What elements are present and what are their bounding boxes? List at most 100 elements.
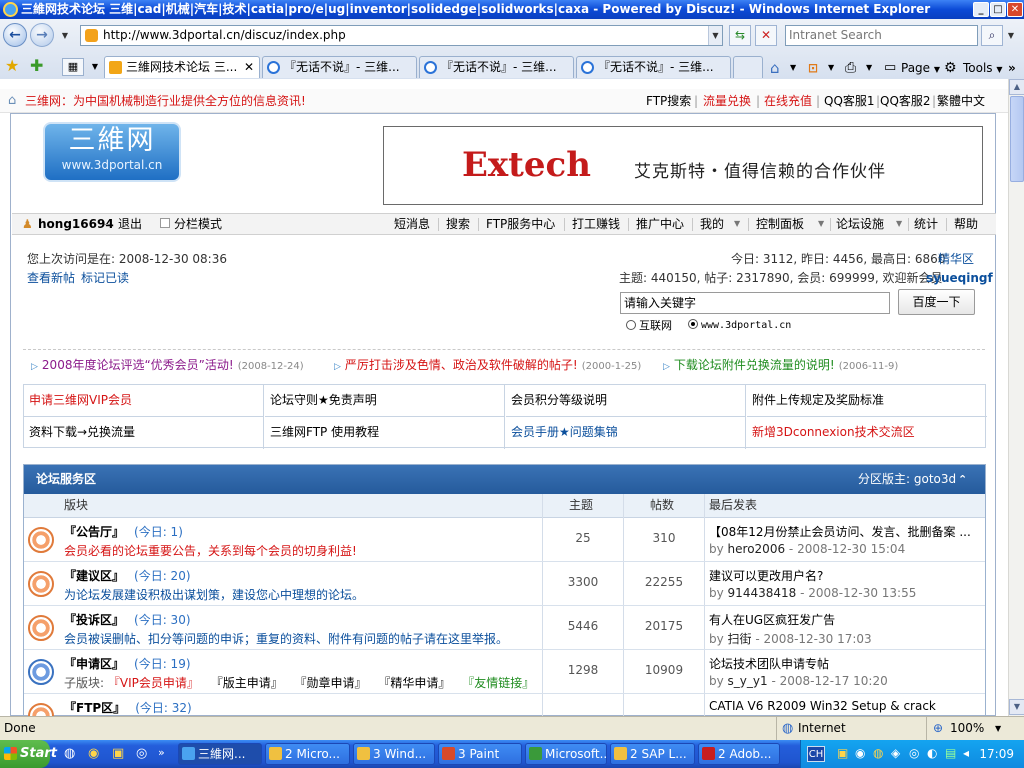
section-title[interactable]: 论坛服务区 [36, 465, 96, 494]
tab-list-icon[interactable]: ▼ [88, 58, 102, 76]
scroll-thumb[interactable] [1010, 96, 1024, 182]
last-post-title[interactable]: 有人在UG区疯狂发广告 [709, 611, 979, 628]
scroll-down-icon[interactable]: ▼ [1009, 699, 1024, 715]
nav-stats[interactable]: 统计 [914, 214, 938, 234]
tray-icon-6[interactable]: ◐ [927, 746, 937, 760]
topbar-link-traffic[interactable]: 流量兑换 [703, 89, 751, 113]
tray-icon-2[interactable]: ◉ [855, 746, 865, 760]
search-options-icon[interactable]: ▼ [1004, 26, 1018, 45]
quicklaunch-icon[interactable]: ◉ [88, 746, 99, 761]
view-new-posts-link[interactable]: 查看新帖 [27, 270, 75, 286]
tab-thread-2[interactable]: 『无话不说』- 三维... [419, 56, 574, 78]
radio-web[interactable]: 互联网 [626, 319, 672, 333]
minimize-button[interactable]: _ [973, 2, 989, 17]
subforum-medal[interactable]: 『勋章申请』 [295, 676, 367, 690]
quicklaunch-folder-icon[interactable]: ▣ [112, 746, 124, 761]
radio-web-circle[interactable] [626, 320, 636, 330]
forum-name[interactable]: 『申请区』 (今日: 19) [64, 655, 191, 672]
back-icon[interactable]: ← [3, 23, 27, 47]
forum-name[interactable]: 『公告厅』 (今日: 1) [64, 523, 183, 540]
nav-control-panel[interactable]: 控制面板 [756, 214, 804, 234]
radio-site[interactable]: www.3dportal.cn [688, 319, 791, 333]
last-post-user[interactable]: hero2006 [728, 542, 786, 556]
link-member-manual[interactable]: 会员手册★问题集锦 [506, 417, 746, 449]
tab-forum-index[interactable]: 三維网技术论坛 三... ✕ [104, 56, 260, 78]
task-windows[interactable]: 3 Wind... [353, 743, 435, 765]
nav-earn[interactable]: 打工赚钱 [572, 214, 620, 234]
topbar-link-recharge[interactable]: 在线充值 [764, 89, 812, 113]
search-icon[interactable]: ⌕ [981, 25, 1003, 46]
radio-site-circle[interactable] [688, 319, 698, 329]
collapse-icon[interactable]: ⌃ [958, 465, 967, 494]
last-post-title[interactable]: 论坛技术团队申请专帖 [709, 655, 979, 672]
home-icon[interactable]: ⌂ [8, 89, 16, 113]
tray-icon-1[interactable]: ▣ [837, 746, 848, 760]
last-post-user[interactable]: s_y_y1 [728, 674, 768, 688]
feeds-icon[interactable]: ⊡ [808, 59, 818, 77]
nav-messages[interactable]: 短消息 [394, 214, 430, 234]
search-input[interactable]: Intranet Search [785, 25, 978, 46]
vertical-scrollbar[interactable]: ▲ ▼ [1008, 79, 1024, 716]
link-3dconnexion[interactable]: 新增3Dconnexion技术交流区 [747, 417, 987, 449]
ad-banner[interactable]: Extech 艾克斯特・值得信赖的合作伙伴 [383, 126, 983, 205]
last-post-title[interactable]: 建议可以更改用户名? [709, 567, 979, 584]
task-microsoft[interactable]: Microsoft... [525, 743, 607, 765]
input-language[interactable]: CH [807, 746, 825, 762]
stop-icon[interactable]: ✕ [755, 25, 777, 46]
new-member-link[interactable]: syueqingf [926, 270, 993, 286]
quicklaunch-browser-icon[interactable]: ◎ [136, 746, 147, 761]
start-button[interactable]: Start [0, 740, 57, 768]
history-dropdown-icon[interactable]: ▼ [58, 26, 72, 45]
forum-name-text[interactable]: 『申请区』 [64, 657, 124, 671]
forum-name[interactable]: 『建议区』 (今日: 20) [64, 567, 191, 584]
last-post-user[interactable]: 扫街 [728, 632, 752, 646]
forum-name-text[interactable]: 『FTP区』 [64, 701, 125, 715]
print-icon[interactable]: ⎙ [845, 59, 856, 77]
scroll-up-icon[interactable]: ▲ [1009, 79, 1024, 95]
topbar-link-qq1[interactable]: QQ客服1 [824, 89, 875, 113]
logout-link[interactable]: 退出 [118, 214, 142, 234]
username-link[interactable]: hong16694 [38, 214, 114, 234]
announcement-1[interactable]: ▷ 2008年度论坛评选“优秀会员”活动! (2008-12-24) [31, 357, 304, 375]
task-sap[interactable]: 2 SAP L... [610, 743, 695, 765]
announcement-2[interactable]: ▷ 严厉打击涉及色情、政治及软件破解的帖子! (2000-1-25) [334, 357, 641, 375]
maximize-button[interactable]: □ [990, 2, 1006, 17]
forum-name-text[interactable]: 『公告厅』 [64, 525, 124, 539]
nav-ftp-center[interactable]: FTP服务中心 [486, 214, 555, 234]
nav-search[interactable]: 搜索 [446, 214, 470, 234]
tray-volume-icon[interactable]: ◂ [963, 746, 969, 760]
home-icon[interactable]: ⌂ [770, 59, 780, 77]
nav-facilities[interactable]: 论坛设施 [836, 214, 884, 234]
forward-icon[interactable]: → [30, 23, 54, 47]
topbar-link-traditional[interactable]: 繁體中文 [937, 89, 985, 113]
clock[interactable]: 17:09 [979, 740, 1014, 768]
print-dropdown-icon[interactable]: ▼ [866, 59, 872, 77]
nav-help[interactable]: 帮助 [954, 214, 978, 234]
link-download-traffic[interactable]: 资料下载→兑换流量 [24, 417, 264, 449]
tab-thread-3[interactable]: 『无话不说』- 三维... [576, 56, 731, 78]
subforum-vip[interactable]: 『VIP会员申请』 [108, 676, 199, 690]
task-forum[interactable]: 三維网... [178, 743, 262, 765]
mark-read-link[interactable]: 标记已读 [81, 270, 129, 286]
task-paint[interactable]: 3 Paint [438, 743, 522, 765]
feeds-dropdown-icon[interactable]: ▼ [828, 59, 834, 77]
last-post-title[interactable]: 【08年12月份禁止会员访问、发言、批删备案 ... [709, 523, 979, 540]
address-dropdown-icon[interactable]: ▼ [708, 26, 722, 45]
forum-name[interactable]: 『投诉区』 (今日: 30) [64, 611, 191, 628]
link-upload-rules[interactable]: 附件上传规定及奖励标准 [747, 385, 987, 417]
section-moderator[interactable]: 分区版主: goto3d [858, 465, 956, 494]
zoom-dropdown-icon[interactable]: ▼ [995, 717, 1001, 740]
add-favorites-icon[interactable]: ✚ [30, 56, 43, 75]
last-post-title[interactable]: CATIA V6 R2009 Win32 Setup & crack [709, 699, 979, 713]
tray-shield-icon[interactable]: ◈ [891, 746, 900, 760]
elite-link[interactable]: 精华区 [938, 251, 974, 267]
forum-name-text[interactable]: 『建议区』 [64, 569, 124, 583]
subforum-links[interactable]: 『友情链接』 [462, 676, 534, 690]
nav-promo[interactable]: 推广中心 [636, 214, 684, 234]
close-window-button[interactable]: ✕ [1007, 2, 1023, 17]
link-ftp-tutorial[interactable]: 三维网FTP 使用教程 [265, 417, 505, 449]
quicklaunch-ie-icon[interactable]: ◍ [64, 746, 75, 761]
nav-my[interactable]: 我的 [700, 214, 724, 234]
tools-menu[interactable]: Tools ▼ [963, 59, 1003, 79]
close-tab-icon[interactable]: ✕ [244, 57, 254, 77]
